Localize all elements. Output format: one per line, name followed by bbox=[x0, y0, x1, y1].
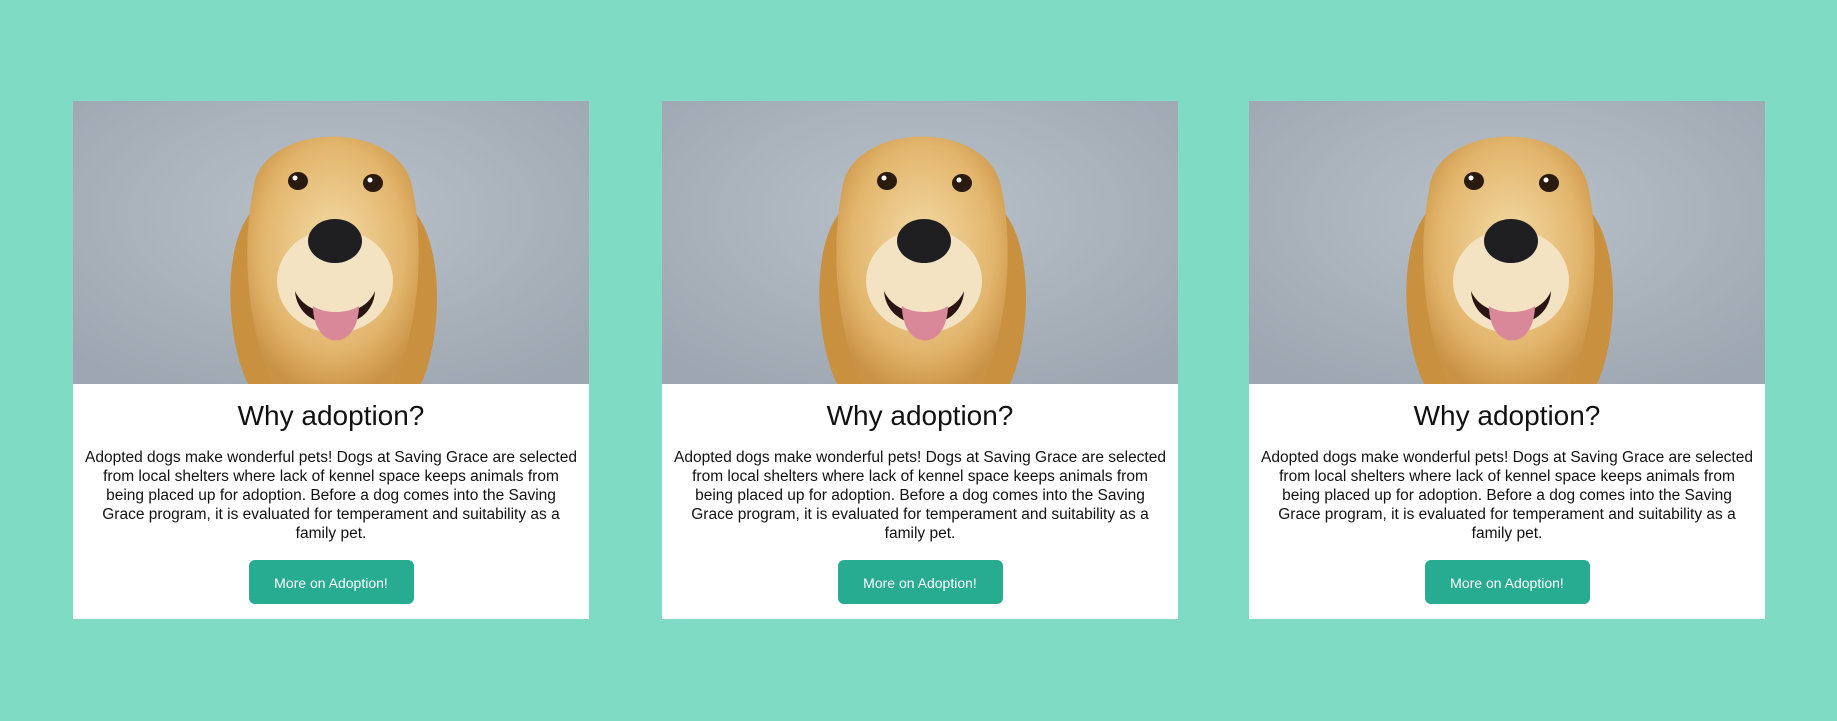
adoption-card: Why adoption? Adopted dogs make wonderfu… bbox=[73, 101, 589, 619]
card-description: Adopted dogs make wonderful pets! Dogs a… bbox=[1261, 449, 1753, 542]
card-description: Adopted dogs make wonderful pets! Dogs a… bbox=[85, 449, 577, 542]
more-on-adoption-button[interactable]: More on Adoption! bbox=[248, 560, 414, 604]
card-title: Why adoption? bbox=[1413, 400, 1601, 431]
more-on-adoption-button[interactable]: More on Adoption! bbox=[1424, 560, 1590, 604]
golden-retriever-icon bbox=[73, 101, 589, 384]
adoption-card: Why adoption? Adopted dogs make wonderfu… bbox=[1249, 101, 1765, 619]
card-title: Why adoption? bbox=[826, 400, 1014, 431]
golden-retriever-icon bbox=[662, 101, 1178, 384]
golden-retriever-icon bbox=[1249, 101, 1765, 384]
dog-photo bbox=[662, 101, 1178, 384]
dog-photo bbox=[1249, 101, 1765, 384]
card-title: Why adoption? bbox=[237, 400, 425, 431]
adoption-card: Why adoption? Adopted dogs make wonderfu… bbox=[662, 101, 1178, 619]
card-description: Adopted dogs make wonderful pets! Dogs a… bbox=[674, 449, 1166, 542]
card-row: Why adoption? Adopted dogs make wonderfu… bbox=[73, 101, 1765, 619]
dog-photo bbox=[73, 101, 589, 384]
more-on-adoption-button[interactable]: More on Adoption! bbox=[837, 560, 1003, 604]
